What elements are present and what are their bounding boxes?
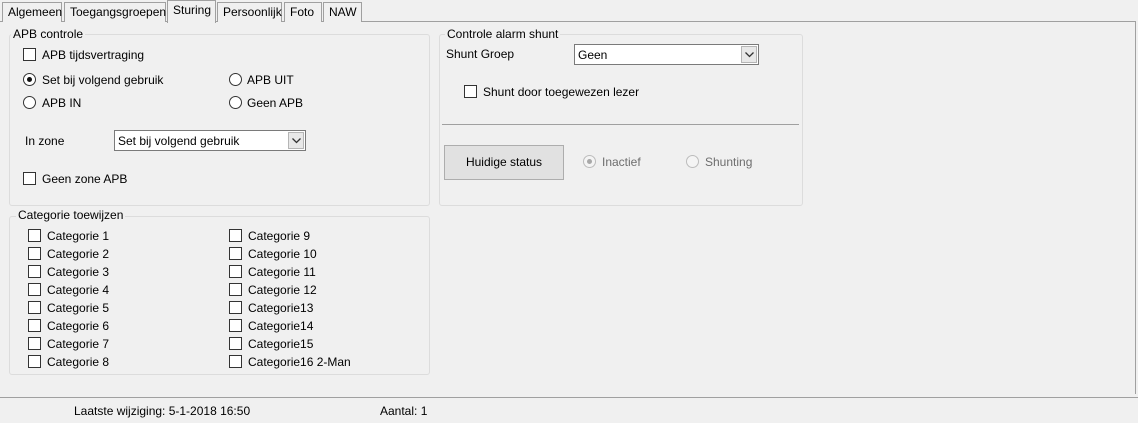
radio-apb-in-label[interactable]: APB IN bbox=[42, 96, 81, 110]
category-label[interactable]: Categorie 6 bbox=[47, 319, 109, 333]
tab-sturing[interactable]: Sturing bbox=[167, 0, 216, 23]
category-checkbox[interactable] bbox=[28, 283, 41, 296]
shunt-group-title: Controle alarm shunt bbox=[445, 27, 561, 41]
radio-apb-out[interactable] bbox=[229, 73, 242, 86]
category-label[interactable]: Categorie 2 bbox=[47, 247, 109, 261]
record-count-text: Aantal: 1 bbox=[380, 404, 428, 418]
tab-algemeen[interactable]: Algemeen bbox=[2, 2, 62, 22]
category-checkbox[interactable] bbox=[229, 319, 242, 332]
category-group-title: Categorie toewijzen bbox=[16, 208, 126, 222]
tab-naw[interactable]: NAW bbox=[323, 2, 362, 22]
radio-next-use-label[interactable]: Set bij volgend gebruik bbox=[42, 73, 163, 87]
category-checkbox[interactable] bbox=[28, 337, 41, 350]
zone-label: In zone bbox=[25, 134, 65, 148]
chevron-down-icon[interactable] bbox=[288, 132, 304, 149]
category-checkbox[interactable] bbox=[229, 283, 242, 296]
category-label[interactable]: Categorie 10 bbox=[248, 247, 317, 261]
category-checkbox[interactable] bbox=[28, 247, 41, 260]
radio-apb-out-label[interactable]: APB UIT bbox=[247, 73, 294, 87]
shunt-group-select[interactable]: Geen bbox=[574, 44, 759, 65]
no-zone-apb-label[interactable]: Geen zone APB bbox=[42, 172, 127, 186]
category-checkbox[interactable] bbox=[28, 319, 41, 332]
last-change-text: Laatste wijziging: 5-1-2018 16:50 bbox=[74, 404, 251, 418]
category-checkbox[interactable] bbox=[28, 265, 41, 278]
category-checkbox[interactable] bbox=[28, 301, 41, 314]
no-zone-apb-checkbox[interactable] bbox=[23, 172, 36, 185]
zone-select-value: Set bij volgend gebruik bbox=[118, 134, 240, 148]
tab-foto[interactable]: Foto bbox=[284, 2, 322, 22]
shunt-group-label: Shunt Groep bbox=[446, 47, 515, 61]
apb-group-title: APB controle bbox=[11, 27, 86, 41]
category-label[interactable]: Categorie 3 bbox=[47, 265, 109, 279]
panel-right-border bbox=[1135, 22, 1136, 394]
category-label[interactable]: Categorie 12 bbox=[248, 283, 317, 297]
category-checkbox[interactable] bbox=[229, 247, 242, 260]
radio-no-apb[interactable] bbox=[229, 96, 242, 109]
radio-shunting bbox=[686, 155, 699, 168]
shunt-separator bbox=[442, 124, 799, 125]
category-label[interactable]: Categorie 4 bbox=[47, 283, 109, 297]
category-checkbox[interactable] bbox=[229, 337, 242, 350]
radio-inactive-label: Inactief bbox=[602, 155, 641, 169]
category-label[interactable]: Categorie15 bbox=[248, 337, 313, 351]
shunt-reader-label[interactable]: Shunt door toegewezen lezer bbox=[483, 85, 639, 99]
tab-strip: Algemeen Toegangsgroepen Sturing Persoon… bbox=[0, 0, 1138, 23]
category-label[interactable]: Categorie13 bbox=[248, 301, 313, 315]
category-label[interactable]: Categorie 8 bbox=[47, 355, 109, 369]
radio-apb-in[interactable] bbox=[23, 96, 36, 109]
category-checkbox[interactable] bbox=[28, 229, 41, 242]
radio-inactive bbox=[583, 155, 596, 168]
category-label[interactable]: Categorie 7 bbox=[47, 337, 109, 351]
radio-no-apb-label[interactable]: Geen APB bbox=[247, 96, 303, 110]
radio-next-use[interactable] bbox=[23, 73, 36, 86]
radio-shunting-label: Shunting bbox=[705, 155, 753, 169]
current-status-button[interactable]: Huidige status bbox=[444, 145, 564, 180]
category-label[interactable]: Categorie14 bbox=[248, 319, 313, 333]
category-checkbox[interactable] bbox=[229, 355, 242, 368]
status-bar: Laatste wijziging: 5-1-2018 16:50 Aantal… bbox=[0, 397, 1138, 423]
apb-delay-label[interactable]: APB tijdsvertraging bbox=[42, 48, 144, 62]
tab-toegangsgroepen[interactable]: Toegangsgroepen bbox=[64, 2, 166, 22]
category-label[interactable]: Categorie 9 bbox=[248, 229, 310, 243]
category-label[interactable]: Categorie 11 bbox=[248, 265, 316, 279]
shunt-reader-checkbox[interactable] bbox=[464, 85, 477, 98]
apb-delay-checkbox[interactable] bbox=[23, 48, 36, 61]
category-label[interactable]: Categorie16 2-Man bbox=[248, 355, 351, 369]
category-label[interactable]: Categorie 1 bbox=[47, 229, 109, 243]
category-label[interactable]: Categorie 5 bbox=[47, 301, 109, 315]
category-checkbox[interactable] bbox=[229, 301, 242, 314]
chevron-down-icon[interactable] bbox=[741, 46, 757, 63]
shunt-group-select-value: Geen bbox=[578, 48, 608, 62]
category-checkbox[interactable] bbox=[229, 265, 242, 278]
tab-persoonlijk[interactable]: Persoonlijk bbox=[217, 2, 282, 22]
category-checkbox[interactable] bbox=[229, 229, 242, 242]
zone-select[interactable]: Set bij volgend gebruik bbox=[114, 130, 306, 151]
category-checkbox[interactable] bbox=[28, 355, 41, 368]
